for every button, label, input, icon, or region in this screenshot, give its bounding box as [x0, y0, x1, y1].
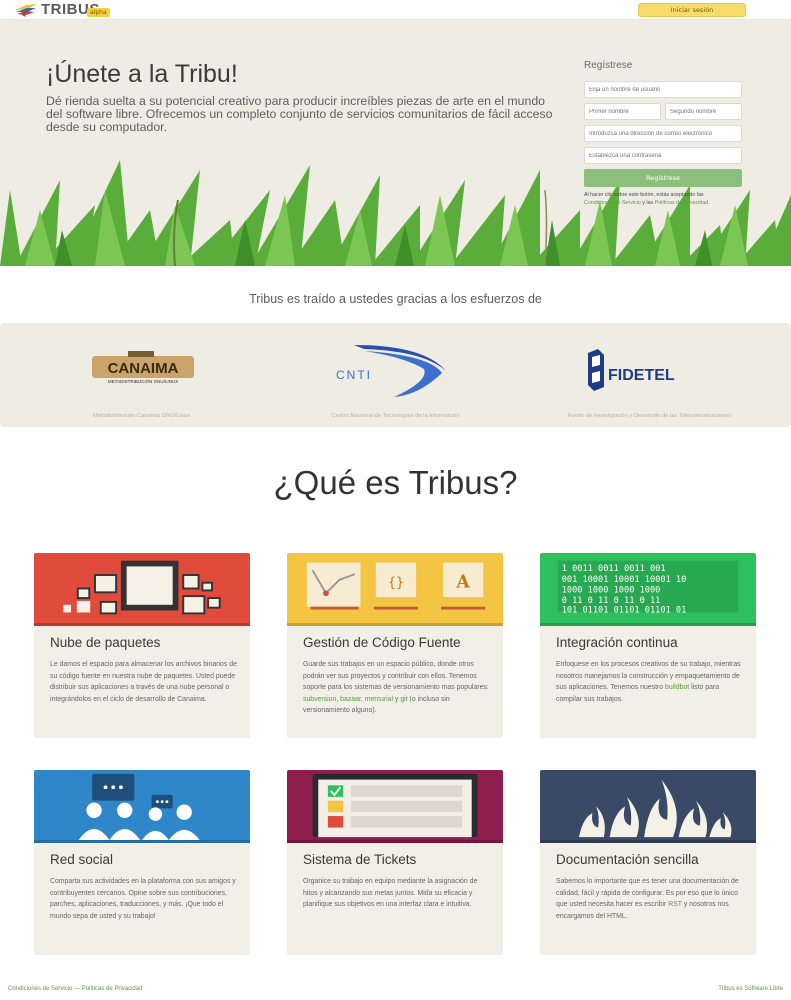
sponsor-fidetel[interactable]: FIDETEL Fondo de Investigación y Desarro…: [518, 323, 781, 427]
card-title: Integración continua: [556, 635, 678, 650]
buildbot-link[interactable]: buildbot: [665, 684, 689, 691]
sponsor-caption: Centro Nacional de Tecnologías de la Inf…: [331, 413, 460, 419]
privacy-link[interactable]: Políticas de Privacidad: [655, 200, 709, 206]
hero-lead: Dé rienda suelta a su potencial creativo…: [46, 94, 553, 134]
svg-text:101 01101 01101 01101 01: 101 01101 01101 01101 01: [562, 605, 687, 615]
footer-free-software-link[interactable]: Tribus es Software Libre: [718, 986, 783, 992]
card-text: Guarde sus trabajos en un espacio públic…: [303, 659, 493, 717]
sponsor-caption: Metadistribución Canaima GNU/Linux: [93, 413, 190, 419]
sponsors-strip: CANAIMA METADISTRIBUCIÓN GNU/LINUX Metad…: [0, 323, 791, 427]
svg-text:CNTI: CNTI: [336, 368, 372, 382]
email-input[interactable]: [584, 125, 742, 142]
svg-text:1000 1000 1000 1000: 1000 1000 1000 1000: [562, 585, 661, 595]
svg-text:1 0011 0011 0011 001: 1 0011 0011 0011 001: [562, 564, 666, 574]
card-title: Documentación sencilla: [556, 852, 699, 867]
mercurial-link[interactable]: mercurial: [365, 696, 393, 703]
terms-prefix: Al hacer clic sobre este botón, estás ac…: [584, 192, 704, 198]
last-name-input[interactable]: [665, 103, 742, 120]
register-terms: Al hacer clic sobre este botón, estás ac…: [584, 191, 744, 207]
footer-privacy-link[interactable]: Políticas de Privacidad: [82, 986, 143, 992]
feature-card-packages: Nube de paquetes Le damos el espacio par…: [34, 553, 250, 738]
bazaar-link[interactable]: bazaar: [340, 696, 361, 703]
register-title: Regístrese: [584, 60, 633, 71]
binary-code-illustration: 1 0011 0011 0011 001 001 10001 10001 100…: [540, 553, 756, 626]
git-link[interactable]: git: [400, 696, 407, 703]
svg-text:001 10001 10001 10001 10: 001 10001 10001 10001 10: [562, 575, 687, 585]
features-title: ¿Qué es Tribus?: [273, 464, 518, 501]
feature-card-tickets: Sistema de Tickets Organice su trabajo e…: [287, 770, 503, 955]
svg-text:FIDETEL: FIDETEL: [608, 367, 675, 384]
documentation-flames-illustration: [540, 770, 756, 843]
hero-title: ¡Únete a la Tribu!: [46, 60, 238, 88]
sponsor-canaima[interactable]: CANAIMA METADISTRIBUCIÓN GNU/LINUX Metad…: [10, 323, 273, 427]
username-input[interactable]: [584, 81, 742, 98]
tickets-illustration: [287, 770, 503, 843]
svg-text:A: A: [455, 573, 470, 593]
card-text: Organice su trabajo en equipo mediante l…: [303, 878, 478, 908]
terms-suffix: .: [708, 200, 710, 206]
subversion-link[interactable]: subversion: [303, 696, 336, 703]
card-title: Gestión de Código Fuente: [303, 635, 461, 650]
card-text: Le damos el espacio para almacenar los a…: [50, 661, 237, 703]
social-network-illustration: [34, 770, 250, 843]
card-text: Sabemos lo importante que es tener una d…: [556, 876, 746, 922]
password-input[interactable]: [584, 147, 742, 164]
canaima-logo: CANAIMA METADISTRIBUCIÓN GNU/LINUX: [92, 351, 194, 384]
hero-section: ¡Únete a la Tribu! Dé rienda suelta a su…: [0, 20, 791, 266]
cnti-logo: CNTI: [336, 345, 446, 397]
register-button[interactable]: Regístrese: [584, 169, 742, 187]
fidetel-logo: FIDETEL: [588, 349, 675, 391]
code-tools-illustration: {} A: [287, 553, 503, 626]
sponsor-cnti[interactable]: CNTI Centro Nacional de Tecnologías de l…: [264, 323, 527, 427]
footer-separator: —: [72, 986, 82, 992]
first-name-input[interactable]: [584, 103, 661, 120]
svg-text:METADISTRIBUCIÓN GNU/LINUX: METADISTRIBUCIÓN GNU/LINUX: [108, 378, 178, 384]
svg-text:0 11 0 11 0 11 0: 0 11 0 11 0 11 0 11: [562, 596, 661, 606]
terms-link[interactable]: Condiciones de Servicio: [584, 200, 641, 206]
card-title: Nube de paquetes: [50, 635, 161, 650]
card-text: Enfoquese en los procesos creativos de s…: [556, 659, 746, 705]
register-form: Regístrese Regístrese Al hacer clic sobr…: [584, 60, 744, 207]
login-button[interactable]: Iniciar sesión: [638, 3, 746, 17]
feature-card-docs: Documentación sencilla Sabemos lo import…: [540, 770, 756, 955]
feature-card-source-code: {} A Gestión de Código Fuente Guarde sus…: [287, 553, 503, 738]
top-navbar: TRIBUS alpha Iniciar sesión: [0, 0, 791, 20]
card-title: Sistema de Tickets: [303, 852, 417, 867]
bird-logo-icon[interactable]: [14, 3, 38, 18]
terms-and: y las: [640, 200, 655, 206]
sponsors-title: Tribus es traído a ustedes gracias a los…: [249, 292, 542, 306]
alpha-badge: alpha: [87, 8, 110, 17]
card-text: Comparta sus actividades en la plataform…: [50, 878, 236, 920]
svg-text:CANAIMA: CANAIMA: [108, 360, 179, 377]
feature-card-ci: 1 0011 0011 0011 001 001 10001 10001 100…: [540, 553, 756, 738]
svg-text:{}: {}: [388, 576, 404, 591]
rst-link[interactable]: RST: [668, 901, 682, 908]
footer-terms-link[interactable]: Condiciones de Servicio: [8, 986, 72, 992]
sponsor-caption: Fondo de Investigación y Desarrollo de l…: [567, 413, 732, 419]
card-text-part: Guarde sus trabajos en un espacio públic…: [303, 661, 489, 691]
footer-links: Condiciones de Servicio — Políticas de P…: [8, 986, 142, 992]
feature-card-social: Red social Comparta sus actividades en l…: [34, 770, 250, 955]
card-title: Red social: [50, 852, 114, 867]
package-cloud-illustration: [34, 553, 250, 626]
